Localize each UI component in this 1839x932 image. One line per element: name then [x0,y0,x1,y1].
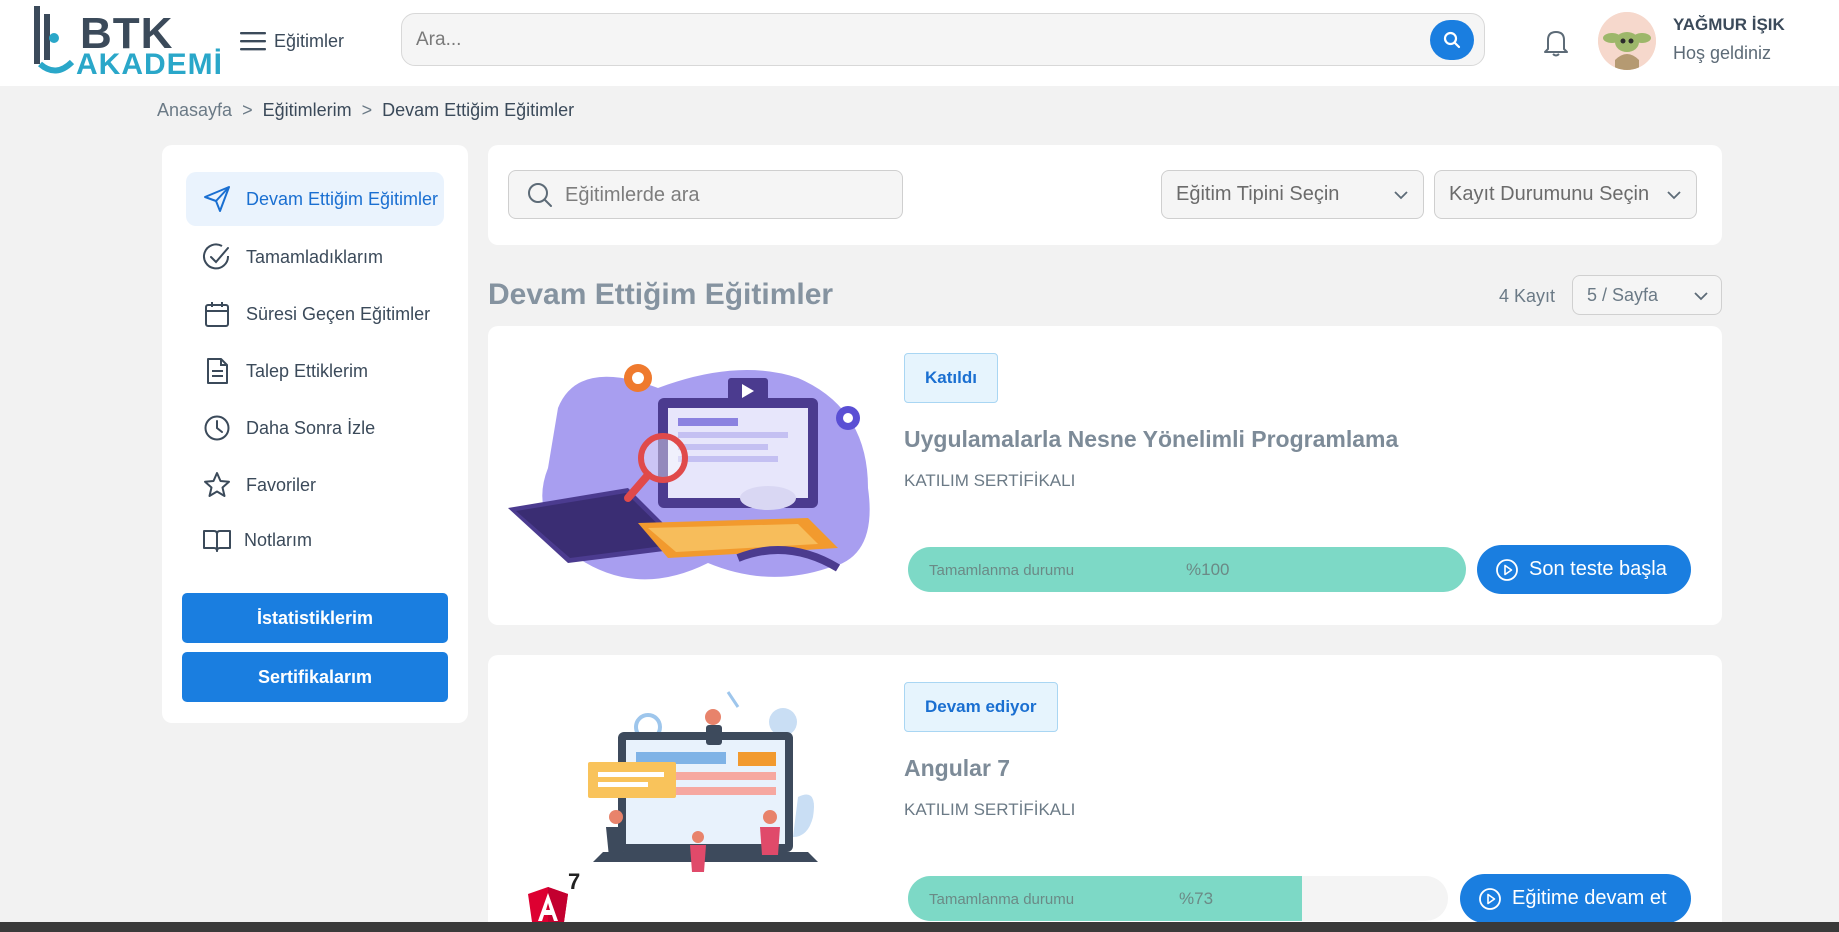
button-label: Son teste başla [1529,558,1667,580]
course-title[interactable]: Uygulamalarla Nesne Yönelimli Programlam… [904,426,1398,453]
certificate-type: KATILIM SERTİFİKALI [904,471,1076,490]
user-greeting: Hoş geldiniz [1673,43,1772,63]
btk-akademi-logo[interactable]: BTK AKADEMİ [32,4,222,80]
sidebar-item-talep-ettiklerim[interactable]: Talep Ettiklerim [186,344,444,398]
sidebar: Devam Ettiğim Eğitimler Tamamladıklarım … [162,145,468,723]
course-title[interactable]: Angular 7 [904,755,1010,782]
breadcrumb-separator: > [361,100,373,120]
avatar[interactable] [1598,12,1656,70]
play-circle-icon [1496,558,1518,581]
certificate-type: KATILIM SERTİFİKALI [904,800,1076,819]
istatistiklerim-button[interactable]: İstatistiklerim [182,593,448,643]
progress-value: %73 [1179,889,1214,908]
bell-icon [1544,31,1568,57]
chevron-down-icon [1694,292,1708,301]
logo-text-akademi: AKADEMİ [76,48,223,81]
start-final-test-button[interactable]: Son teste başla [1477,545,1691,594]
sidebar-item-label: Notlarım [244,529,313,550]
window-bottom-edge [0,922,1839,932]
star-icon [204,472,230,497]
angular-version-label: 7 [568,869,581,894]
page-size-select[interactable]: 5 / Sayfa [1572,275,1722,315]
top-header: BTK AKADEMİ Eğitimler Ara... YAĞMUR İŞIK… [0,0,1839,86]
page-title: Devam Ettiğim Eğitimler [488,278,834,311]
sidebar-item-label: Daha Sonra İzle [246,417,376,438]
global-search-input[interactable] [416,22,1396,58]
check-circle-icon [203,243,230,270]
education-type-select[interactable]: Eğitim Tipini Seçin [1161,170,1424,219]
logo-mark-icon [34,6,75,74]
user-name[interactable]: YAĞMUR İŞIK [1673,15,1785,35]
send-icon [204,186,230,212]
course-search [508,170,903,219]
button-label: Eğitime devam et [1512,887,1667,909]
select-value: Kayıt Durumunu Seçin [1449,183,1650,205]
search-submit-button[interactable] [1430,20,1474,60]
sidebar-item-label: Favoriler [246,474,317,495]
egitimler-menu-button[interactable]: Eğitimler [240,26,344,56]
notifications-button[interactable] [1540,26,1572,58]
progress-value: %100 [1186,560,1230,579]
sidebar-item-label: Talep Ettiklerim [246,360,369,381]
sidebar-item-label: Devam Ettiğim Eğitimler [246,188,439,209]
course-card[interactable]: 7 Devam ediyor Angular 7 KATILIM SERTİFİ… [488,655,1722,932]
chevron-down-icon [1667,191,1681,200]
clock-icon [204,415,230,441]
completion-progress-bar: Tamamlanma durumu %100 [908,547,1466,592]
page-size-value: 5 / Sayfa [1587,284,1659,305]
document-icon [207,358,228,384]
chevron-down-icon [1394,191,1408,200]
sidebar-item-suresi-gecen[interactable]: Süresi Geçen Eğitimler [186,287,444,341]
global-search [401,13,1485,66]
breadcrumb-separator: > [242,100,253,120]
avatar-image [1598,12,1656,70]
breadcrumb: Anasayfa > Eğitimlerim > Devam Ettiğim E… [157,100,574,121]
calendar-icon [205,302,229,327]
course-illustration-angular [528,691,818,927]
breadcrumb-current: Devam Ettiğim Eğitimler [382,100,575,120]
course-search-input[interactable] [565,181,885,209]
search-icon [1443,31,1461,49]
menu-label: Eğitimler [274,30,345,51]
sidebar-item-tamamladiklarim[interactable]: Tamamladıklarım [186,230,444,284]
progress-label: Tamamlanma durumu [929,562,1075,579]
hamburger-icon [240,32,266,51]
status-badge: Katıldı [904,353,998,403]
sidebar-item-notlarim[interactable]: Notlarım [186,513,444,567]
select-value: Eğitim Tipini Seçin [1176,183,1340,205]
registration-status-select[interactable]: Kayıt Durumunu Seçin [1434,170,1697,219]
record-count: 4 Kayıt [1499,286,1556,306]
sertifikalarim-button[interactable]: Sertifikalarım [182,652,448,702]
status-badge: Devam ediyor [904,682,1058,732]
sidebar-item-favoriler[interactable]: Favoriler [186,458,444,512]
sidebar-item-devam-ettigim[interactable]: Devam Ettiğim Eğitimler [186,172,444,226]
continue-course-button[interactable]: Eğitime devam et [1460,874,1691,923]
sidebar-item-label: Süresi Geçen Eğitimler [246,303,431,324]
progress-label: Tamamlanma durumu [929,891,1075,908]
completion-progress-bar: Tamamlanma durumu %73 [908,876,1448,921]
course-card[interactable]: Katıldı Uygulamalarla Nesne Yönelimli Pr… [488,326,1722,625]
book-icon [203,530,231,552]
breadcrumb-home[interactable]: Anasayfa [157,100,232,121]
sidebar-item-daha-sonra-izle[interactable]: Daha Sonra İzle [186,401,444,455]
breadcrumb-egitimlerim[interactable]: Eğitimlerim [263,100,352,121]
sidebar-item-label: Tamamladıklarım [246,246,384,267]
course-illustration-oop [508,364,870,580]
play-circle-icon [1479,887,1501,910]
filter-panel: Eğitim Tipini Seçin Kayıt Durumunu Seçin [488,145,1722,245]
search-icon [528,183,552,207]
